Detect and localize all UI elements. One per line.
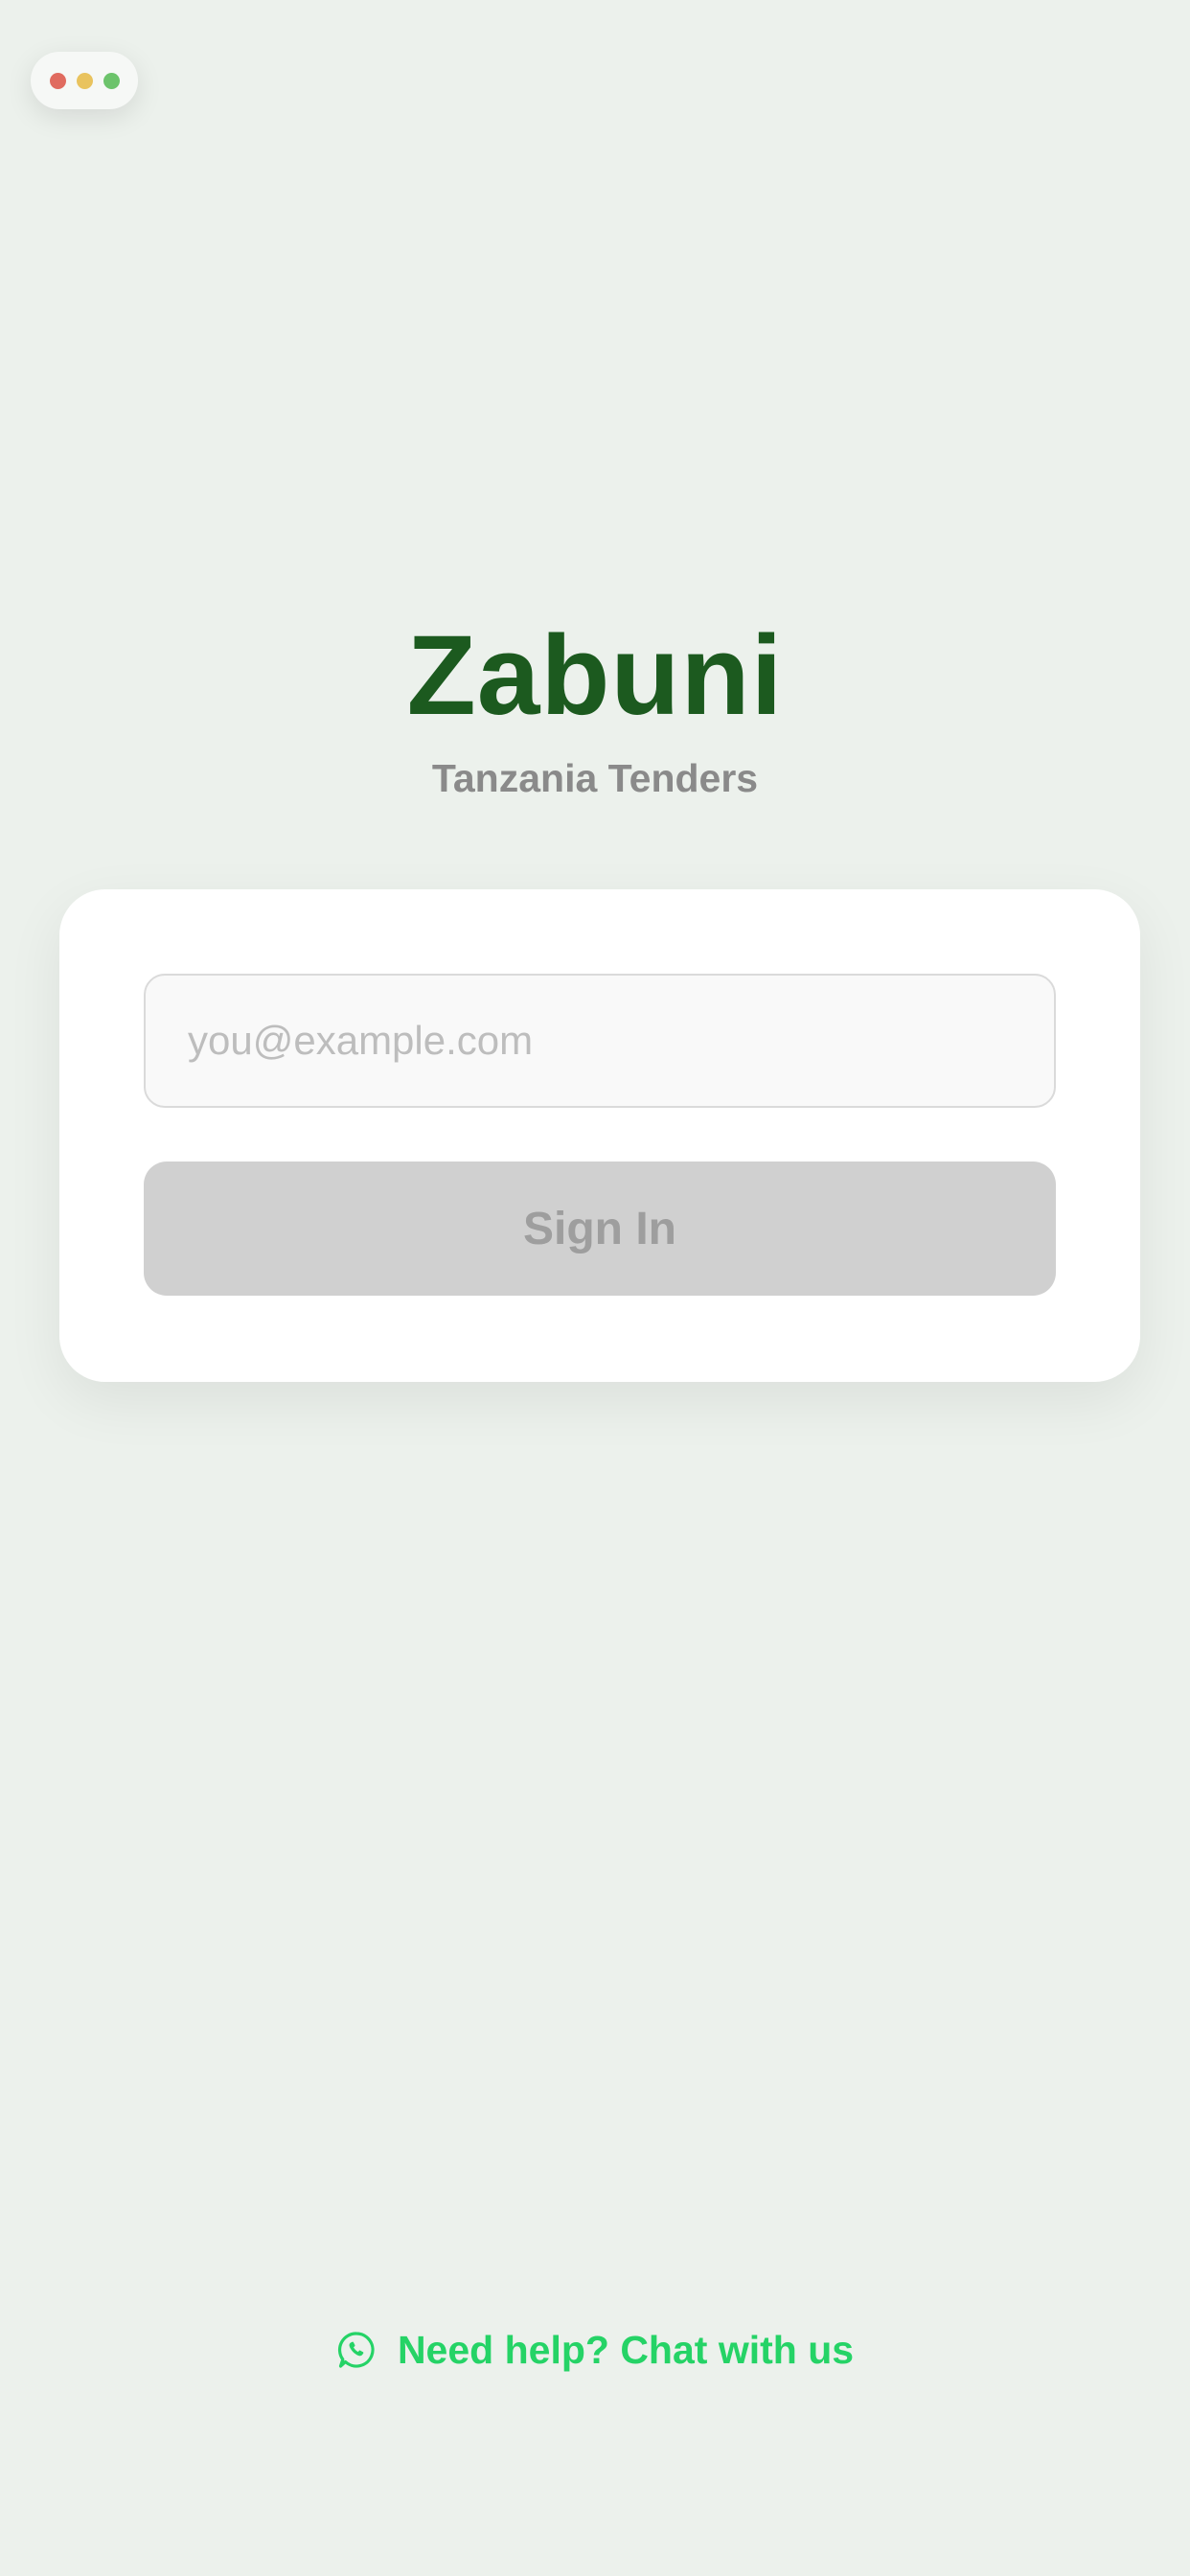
app-subtitle: Tanzania Tenders: [431, 756, 759, 800]
help-chat-link[interactable]: Need help? Chat with us: [0, 2321, 1190, 2379]
help-chat-label: Need help? Chat with us: [397, 2328, 855, 2372]
minimize-dot-icon[interactable]: [76, 72, 93, 89]
maximize-dot-icon[interactable]: [103, 72, 120, 89]
sign-in-button[interactable]: Sign In: [144, 1162, 1056, 1296]
email-input[interactable]: [144, 974, 1056, 1108]
login-card: Sign In: [59, 889, 1140, 1382]
whatsapp-icon: [336, 2330, 377, 2370]
window-controls: [31, 52, 138, 109]
app-title: Zabuni: [406, 612, 784, 739]
close-dot-icon[interactable]: [49, 72, 66, 89]
